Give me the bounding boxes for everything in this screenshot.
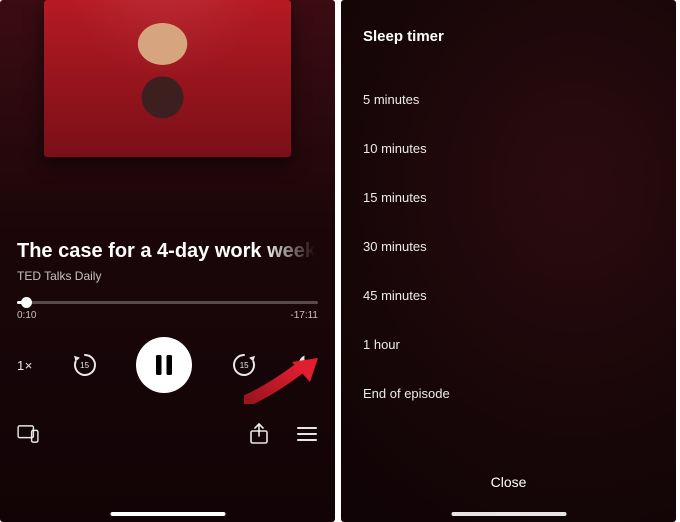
controls-row: 1× 15 15 bbox=[0, 337, 335, 393]
timer-option-end[interactable]: End of episode bbox=[363, 369, 654, 418]
skip-forward-amount: 15 bbox=[229, 350, 259, 380]
home-indicator bbox=[110, 512, 225, 516]
devices-button[interactable] bbox=[17, 425, 39, 448]
episode-art-wrap bbox=[0, 0, 335, 157]
remaining-time: -17:11 bbox=[290, 310, 318, 321]
sheet-title: Sleep timer bbox=[363, 28, 654, 45]
progress-thumb[interactable] bbox=[21, 297, 32, 308]
progress-bar[interactable] bbox=[17, 301, 318, 304]
episode-title: The case for a 4-day work week | Juliet bbox=[17, 239, 318, 263]
timer-option-5m[interactable]: 5 minutes bbox=[363, 75, 654, 124]
sleep-timer-button[interactable] bbox=[296, 352, 318, 379]
timer-option-15m[interactable]: 15 minutes bbox=[363, 173, 654, 222]
home-indicator bbox=[451, 512, 566, 516]
episode-art bbox=[44, 0, 291, 157]
queue-button[interactable] bbox=[296, 425, 318, 448]
elapsed-time: 0:10 bbox=[17, 310, 36, 321]
playback-speed[interactable]: 1× bbox=[17, 358, 33, 373]
timer-option-10m[interactable]: 10 minutes bbox=[363, 124, 654, 173]
moon-icon bbox=[296, 352, 318, 374]
devices-icon bbox=[17, 425, 39, 443]
queue-icon bbox=[296, 425, 318, 443]
timer-option-45m[interactable]: 45 minutes bbox=[363, 271, 654, 320]
show-name: TED Talks Daily bbox=[17, 269, 318, 283]
skip-forward-15-button[interactable]: 15 bbox=[229, 350, 259, 380]
timer-options: 5 minutes 10 minutes 15 minutes 30 minut… bbox=[363, 75, 654, 418]
close-button[interactable]: Close bbox=[341, 474, 676, 490]
phone-player: The case for a 4-day work week | Juliet … bbox=[0, 0, 335, 522]
skip-back-amount: 15 bbox=[70, 350, 100, 380]
share-icon bbox=[250, 423, 268, 445]
pause-icon bbox=[153, 353, 175, 377]
share-button[interactable] bbox=[250, 423, 268, 450]
timer-option-30m[interactable]: 30 minutes bbox=[363, 222, 654, 271]
timer-option-1h[interactable]: 1 hour bbox=[363, 320, 654, 369]
bottom-row bbox=[0, 423, 335, 450]
pause-button[interactable] bbox=[136, 337, 192, 393]
skip-back-15-button[interactable]: 15 bbox=[70, 350, 100, 380]
phone-sleep-timer-sheet: Sleep timer 5 minutes 10 minutes 15 minu… bbox=[341, 0, 676, 522]
